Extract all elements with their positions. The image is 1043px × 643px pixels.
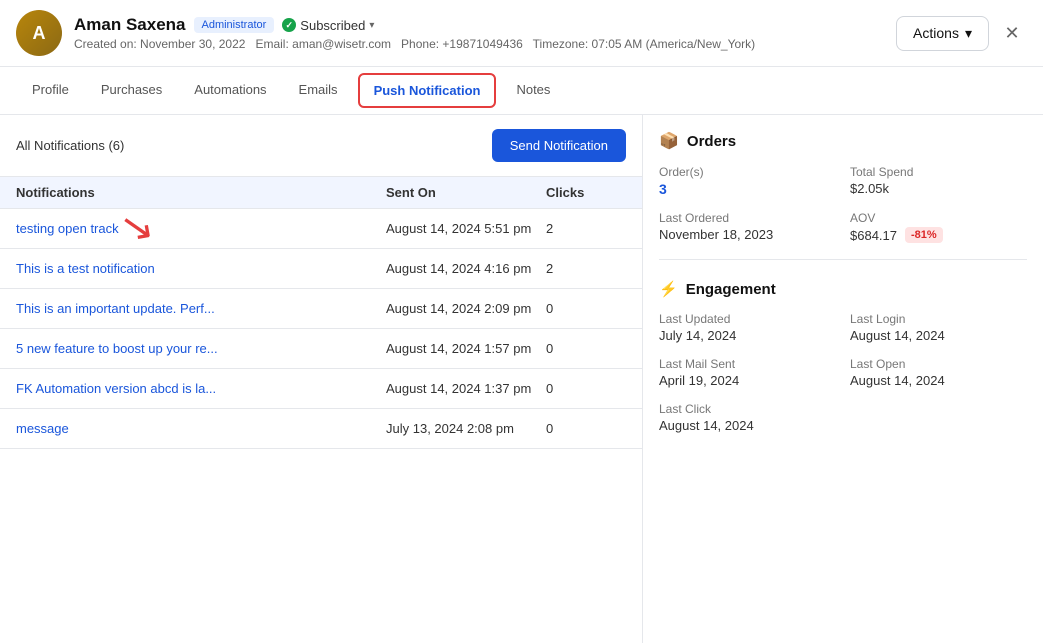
last-login: Last Login August 14, 2024 <box>850 312 1027 343</box>
tab-emails[interactable]: Emails <box>283 70 354 111</box>
avatar: A <box>16 10 62 56</box>
notifications-count: All Notifications (6) <box>16 138 124 153</box>
tab-purchases[interactable]: Purchases <box>85 70 178 111</box>
table-row: This is an important update. Perf... Aug… <box>0 289 642 329</box>
notification-link-2[interactable]: This is a test notification <box>16 261 386 276</box>
engagement-title: ⚡ Engagement <box>659 276 1027 298</box>
sent-on-5: August 14, 2024 1:37 pm <box>386 381 546 396</box>
total-spend: Total Spend $2.05k <box>850 165 1027 197</box>
tabs-bar: Profile Purchases Automations Emails Pus… <box>0 67 1043 115</box>
sent-on-4: August 14, 2024 1:57 pm <box>386 341 546 356</box>
clicks-1: 2 <box>546 221 626 236</box>
last-click: Last Click August 14, 2024 <box>659 402 836 433</box>
clicks-2: 2 <box>546 261 626 276</box>
tab-profile[interactable]: Profile <box>16 70 85 111</box>
header-actions: Actions ▾ ✕ <box>896 16 1027 51</box>
orders-section-title: 📦 Orders <box>659 131 1027 151</box>
aov-label: AOV <box>850 211 1027 225</box>
notification-link-5[interactable]: FK Automation version abcd is la... <box>16 381 386 396</box>
last-click-label: Last Click <box>659 402 836 416</box>
role-badge: Administrator <box>194 17 275 33</box>
last-login-label: Last Login <box>850 312 1027 326</box>
last-open: Last Open August 14, 2024 <box>850 357 1027 388</box>
aov: AOV $684.17 -81% <box>850 211 1027 243</box>
phone: Phone: +19871049436 <box>401 37 523 51</box>
header-info: Aman Saxena Administrator Subscribed ▾ C… <box>74 15 884 51</box>
table-header: Notifications Sent On Clicks <box>0 176 642 209</box>
aov-badge: -81% <box>905 227 943 243</box>
orders-label: Order(s) <box>659 165 836 179</box>
orders-count: Order(s) 3 <box>659 165 836 197</box>
divider <box>659 259 1027 260</box>
header: A Aman Saxena Administrator Subscribed ▾… <box>0 0 1043 67</box>
sent-on-3: August 14, 2024 2:09 pm <box>386 301 546 316</box>
last-mail-sent: Last Mail Sent April 19, 2024 <box>659 357 836 388</box>
last-mail-sent-value: April 19, 2024 <box>659 373 836 388</box>
table-container: ↘ Notifications Sent On Clicks <box>0 176 642 209</box>
col-clicks: Clicks <box>546 185 626 200</box>
last-updated-value: July 14, 2024 <box>659 328 836 343</box>
sent-on-2: August 14, 2024 4:16 pm <box>386 261 546 276</box>
total-spend-value: $2.05k <box>850 181 1027 196</box>
sent-on-1: August 14, 2024 5:51 pm <box>386 221 546 236</box>
last-ordered-value: November 18, 2023 <box>659 227 836 242</box>
last-updated: Last Updated July 14, 2024 <box>659 312 836 343</box>
created-on: Created on: November 30, 2022 <box>74 37 245 51</box>
last-open-label: Last Open <box>850 357 1027 371</box>
last-click-value: August 14, 2024 <box>659 418 836 433</box>
notification-link-3[interactable]: This is an important update. Perf... <box>16 301 386 316</box>
table-row: FK Automation version abcd is la... Augu… <box>0 369 642 409</box>
main-content: All Notifications (6) Send Notification … <box>0 115 1043 643</box>
email: Email: aman@wisetr.com <box>255 37 391 51</box>
close-button[interactable]: ✕ <box>997 18 1027 48</box>
total-spend-label: Total Spend <box>850 165 1027 179</box>
timezone: Timezone: 07:05 AM (America/New_York) <box>533 37 756 51</box>
last-open-value: August 14, 2024 <box>850 373 1027 388</box>
engagement-section: ⚡ Engagement Last Updated July 14, 2024 … <box>659 276 1027 433</box>
notifications-header: All Notifications (6) Send Notification <box>0 115 642 176</box>
orders-icon: 📦 <box>659 131 679 151</box>
table-row: message July 13, 2024 2:08 pm 0 <box>0 409 642 449</box>
last-ordered: Last Ordered November 18, 2023 <box>659 211 836 243</box>
notification-link-6[interactable]: message <box>16 421 386 436</box>
orders-stats: Order(s) 3 Total Spend $2.05k Last Order… <box>659 165 1027 243</box>
tab-push-notification[interactable]: Push Notification <box>358 73 497 108</box>
last-ordered-label: Last Ordered <box>659 211 836 225</box>
clicks-3: 0 <box>546 301 626 316</box>
actions-chevron-icon: ▾ <box>965 25 972 42</box>
right-panel: 📦 Orders Order(s) 3 Total Spend $2.05k L… <box>643 115 1043 643</box>
subscribed-label: Subscribed <box>300 18 365 33</box>
orders-value[interactable]: 3 <box>659 181 836 197</box>
aov-value: $684.17 <box>850 228 897 243</box>
notification-link-1[interactable]: testing open track <box>16 221 386 236</box>
clicks-5: 0 <box>546 381 626 396</box>
clicks-6: 0 <box>546 421 626 436</box>
subscribed-icon <box>282 18 296 32</box>
col-sent-on: Sent On <box>386 185 546 200</box>
close-icon: ✕ <box>1004 23 1019 44</box>
table-row: This is a test notification August 14, 2… <box>0 249 642 289</box>
notification-link-4[interactable]: 5 new feature to boost up your re... <box>16 341 386 356</box>
actions-label: Actions <box>913 25 959 41</box>
left-panel: All Notifications (6) Send Notification … <box>0 115 643 643</box>
tab-notes[interactable]: Notes <box>500 70 566 111</box>
user-name: Aman Saxena <box>74 15 186 35</box>
engagement-stats: Last Updated July 14, 2024 Last Login Au… <box>659 312 1027 433</box>
engagement-icon: ⚡ <box>659 280 678 298</box>
subscribed-badge[interactable]: Subscribed ▾ <box>282 18 374 33</box>
sent-on-6: July 13, 2024 2:08 pm <box>386 421 546 436</box>
send-notification-button[interactable]: Send Notification <box>492 129 626 162</box>
tab-automations[interactable]: Automations <box>178 70 282 111</box>
chevron-down-icon: ▾ <box>369 20 374 31</box>
table-row: 5 new feature to boost up your re... Aug… <box>0 329 642 369</box>
table-row: testing open track August 14, 2024 5:51 … <box>0 209 642 249</box>
last-updated-label: Last Updated <box>659 312 836 326</box>
actions-button[interactable]: Actions ▾ <box>896 16 989 51</box>
header-meta: Created on: November 30, 2022 Email: ama… <box>74 37 884 51</box>
clicks-4: 0 <box>546 341 626 356</box>
last-login-value: August 14, 2024 <box>850 328 1027 343</box>
last-mail-sent-label: Last Mail Sent <box>659 357 836 371</box>
col-notifications: Notifications <box>16 185 386 200</box>
